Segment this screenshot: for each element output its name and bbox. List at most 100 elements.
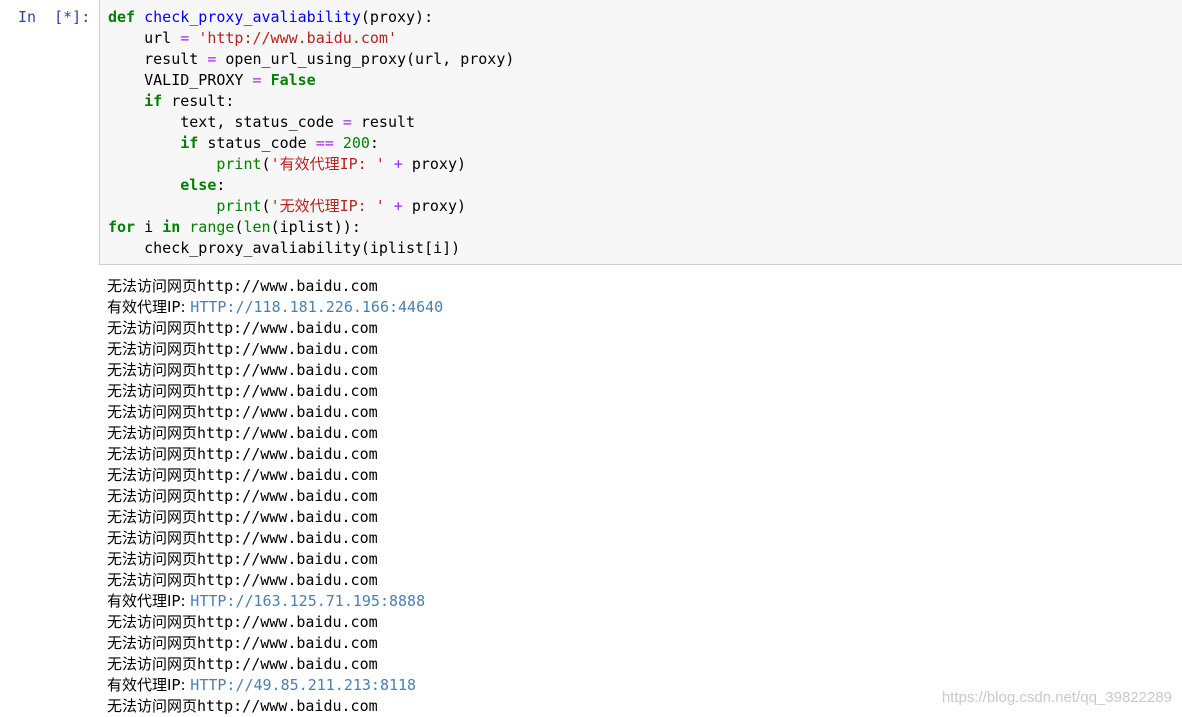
code-text: status_code bbox=[198, 134, 316, 152]
output-line: 无法访问网页http://www.baidu.com bbox=[107, 633, 443, 654]
code-line-5: if result: bbox=[108, 91, 514, 112]
output-line: 有效代理IP: HTTP://49.85.211.213:8118 bbox=[107, 675, 443, 696]
output-message: 无法访问网页 bbox=[107, 340, 198, 358]
code-text: : bbox=[216, 176, 226, 194]
output-line: 无法访问网页http://www.baidu.com bbox=[107, 423, 443, 444]
number-literal: 200 bbox=[342, 134, 370, 152]
code-text: proxy) bbox=[402, 197, 467, 215]
code-text: i bbox=[135, 218, 163, 236]
string-literal: '有效代理IP: ' bbox=[270, 155, 385, 173]
output-message: 有效代理IP: bbox=[107, 592, 191, 610]
code-line-2: url = 'http://www.baidu.com' bbox=[108, 28, 514, 49]
output-message: 无法访问网页 bbox=[107, 382, 198, 400]
code-line-8: print('有效代理IP: ' + proxy) bbox=[108, 154, 514, 175]
string-literal: '无效代理IP: ' bbox=[270, 197, 385, 215]
operator: + bbox=[393, 197, 403, 215]
output-message: 无法访问网页 bbox=[107, 634, 198, 652]
output-text: http://www.baidu.com bbox=[197, 466, 378, 484]
output-text: http://www.baidu.com bbox=[197, 319, 378, 337]
builtin-range: range bbox=[189, 218, 235, 236]
output-proxy-url: HTTP://118.181.226.166:44640 bbox=[190, 298, 444, 316]
output-message: 无法访问网页 bbox=[107, 487, 198, 505]
code-text: : bbox=[369, 134, 379, 152]
code-line-11: for i in range(len(iplist)): bbox=[108, 217, 514, 238]
keyword-else: else bbox=[180, 176, 217, 194]
output-line: 无法访问网页http://www.baidu.com bbox=[107, 402, 443, 423]
output-text: http://www.baidu.com bbox=[197, 487, 378, 505]
keyword-false: False bbox=[270, 71, 316, 89]
output-proxy-url: HTTP://163.125.71.195:8888 bbox=[190, 592, 426, 610]
operator: = bbox=[252, 71, 262, 89]
output-message: 无法访问网页 bbox=[107, 277, 198, 295]
code-text: open_url_using_proxy(url, proxy) bbox=[216, 50, 515, 68]
code-line-7: if status_code == 200: bbox=[108, 133, 514, 154]
output-line: 无法访问网页http://www.baidu.com bbox=[107, 318, 443, 339]
operator: == bbox=[315, 134, 334, 152]
code-editor[interactable]: def check_proxy_avaliability(proxy): url… bbox=[99, 0, 1182, 265]
output-text: http://www.baidu.com bbox=[197, 529, 378, 547]
output-line: 无法访问网页http://www.baidu.com bbox=[107, 381, 443, 402]
output-message: 无法访问网页 bbox=[107, 508, 198, 526]
function-name: check_proxy_avaliability bbox=[144, 8, 361, 26]
cell-output: 无法访问网页http://www.baidu.com 有效代理IP: HTTP:/… bbox=[107, 276, 443, 717]
code-line-3: result = open_url_using_proxy(url, proxy… bbox=[108, 49, 514, 70]
output-text: http://www.baidu.com bbox=[197, 424, 378, 442]
output-message: 无法访问网页 bbox=[107, 424, 198, 442]
paren: ( bbox=[261, 155, 271, 173]
output-line: 无法访问网页http://www.baidu.com bbox=[107, 444, 443, 465]
output-message: 无法访问网页 bbox=[107, 697, 198, 715]
keyword-if: if bbox=[180, 134, 199, 152]
string-literal: 'http://www.baidu.com' bbox=[198, 29, 397, 47]
output-line: 无法访问网页http://www.baidu.com bbox=[107, 507, 443, 528]
watermark: https://blog.csdn.net/qq_39822289 bbox=[941, 689, 1172, 706]
output-line: 无法访问网页http://www.baidu.com bbox=[107, 654, 443, 675]
builtin-print: print bbox=[216, 197, 262, 215]
notebook-cell: In [*]: def check_proxy_avaliability(pro… bbox=[0, 0, 1182, 717]
code-text: result bbox=[351, 113, 416, 131]
code-line-9: else: bbox=[108, 175, 514, 196]
operator: = bbox=[180, 29, 190, 47]
output-line: 有效代理IP: HTTP://163.125.71.195:8888 bbox=[107, 591, 443, 612]
output-text: http://www.baidu.com bbox=[197, 361, 378, 379]
output-line: 无法访问网页http://www.baidu.com bbox=[107, 465, 443, 486]
output-text: http://www.baidu.com bbox=[197, 697, 378, 715]
paren: ( bbox=[261, 197, 271, 215]
output-message: 无法访问网页 bbox=[107, 571, 198, 589]
output-message: 无法访问网页 bbox=[107, 613, 198, 631]
output-line: 无法访问网页http://www.baidu.com bbox=[107, 486, 443, 507]
output-message: 无法访问网页 bbox=[107, 550, 198, 568]
code-line-12: check_proxy_avaliability(iplist[i]) bbox=[108, 238, 514, 259]
output-message: 无法访问网页 bbox=[107, 319, 198, 337]
keyword-in: in bbox=[162, 218, 181, 236]
output-line: 无法访问网页http://www.baidu.com bbox=[107, 360, 443, 381]
output-text: http://www.baidu.com bbox=[197, 403, 378, 421]
output-text: http://www.baidu.com bbox=[197, 550, 378, 568]
output-text: http://www.baidu.com bbox=[197, 634, 378, 652]
output-text: http://www.baidu.com bbox=[197, 613, 378, 631]
function-params: (proxy): bbox=[360, 8, 434, 26]
output-line: 无法访问网页http://www.baidu.com bbox=[107, 339, 443, 360]
output-text: http://www.baidu.com bbox=[197, 382, 378, 400]
output-line: 无法访问网页http://www.baidu.com bbox=[107, 528, 443, 549]
output-line: 有效代理IP: HTTP://118.181.226.166:44640 bbox=[107, 297, 443, 318]
code-lines: def check_proxy_avaliability(proxy): url… bbox=[108, 7, 514, 259]
output-text: http://www.baidu.com bbox=[197, 655, 378, 673]
output-text: http://www.baidu.com bbox=[197, 445, 378, 463]
output-text: http://www.baidu.com bbox=[197, 508, 378, 526]
keyword-for: for bbox=[108, 218, 136, 236]
output-message: 无法访问网页 bbox=[107, 403, 198, 421]
keyword-def: def bbox=[108, 8, 136, 26]
